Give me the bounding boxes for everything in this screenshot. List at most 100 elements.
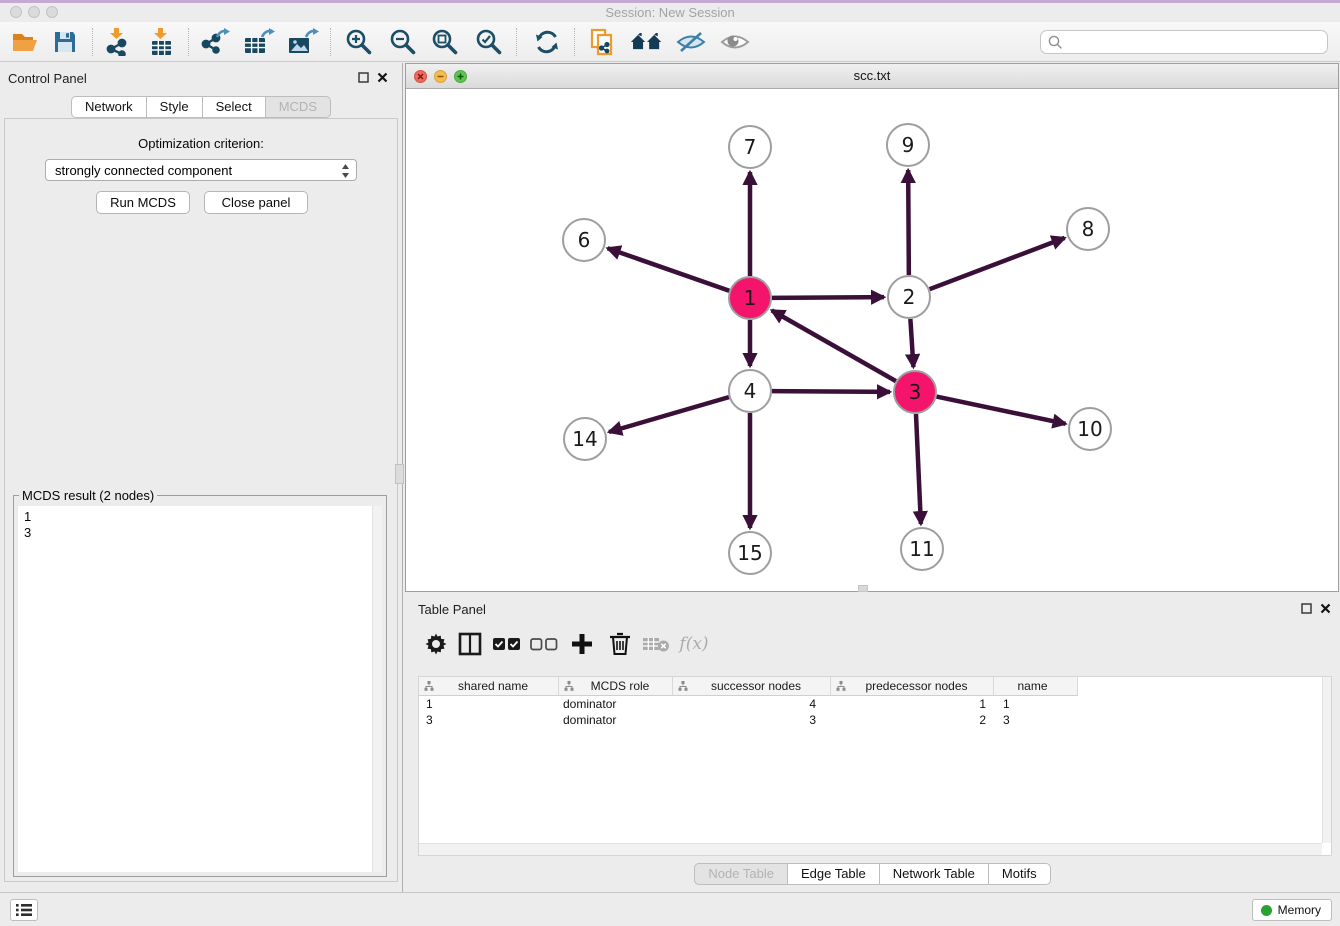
table-panel-header: Table Panel <box>405 600 1340 620</box>
open-session-icon[interactable] <box>8 26 42 58</box>
control-panel-title: Control Panel <box>8 71 87 86</box>
column-header-successor-nodes[interactable]: successor nodes <box>673 677 831 696</box>
split-view-icon[interactable] <box>453 627 487 661</box>
table-vertical-scrollbar[interactable] <box>1322 677 1331 843</box>
export-network-icon[interactable] <box>198 26 232 58</box>
zoom-in-icon[interactable] <box>342 26 376 58</box>
refresh-layout-icon[interactable] <box>530 26 564 58</box>
table-cell[interactable]: 1 <box>419 696 559 712</box>
close-panel-icon[interactable] <box>377 72 388 83</box>
graph-node-6[interactable]: 6 <box>563 219 605 261</box>
memory-button[interactable]: Memory <box>1252 899 1332 921</box>
table-cell[interactable]: 4 <box>673 696 831 712</box>
graph-node-3[interactable]: 3 <box>894 371 936 413</box>
graph-node-14[interactable]: 14 <box>564 418 606 460</box>
task-history-button[interactable] <box>10 899 38 921</box>
delete-row-icon[interactable] <box>603 627 637 661</box>
graph-edge-2-8[interactable] <box>930 238 1065 289</box>
graph-edge-3-1[interactable] <box>772 310 896 381</box>
tab-style[interactable]: Style <box>146 96 203 118</box>
table-tabs: Node Table Edge Table Network Table Moti… <box>405 863 1340 885</box>
view-resize-handle[interactable] <box>858 585 868 592</box>
column-header-name[interactable]: name <box>994 677 1078 696</box>
column-header-shared-name[interactable]: shared name <box>419 677 559 696</box>
table-cell[interactable]: 3 <box>673 712 831 728</box>
table-row[interactable]: 3dominator323 <box>419 712 1331 728</box>
tab-network-table[interactable]: Network Table <box>879 863 989 885</box>
tab-motifs[interactable]: Motifs <box>988 863 1051 885</box>
deselect-all-icon[interactable] <box>527 627 561 661</box>
tab-edge-table[interactable]: Edge Table <box>787 863 880 885</box>
table-cell[interactable]: 2 <box>831 712 994 728</box>
graph-edge-3-10[interactable] <box>937 397 1066 424</box>
search-icon <box>1048 35 1063 50</box>
toolbar-separator <box>516 28 517 56</box>
column-header-mcds-role[interactable]: MCDS role <box>559 677 673 696</box>
close-panel-icon[interactable] <box>1320 603 1331 614</box>
select-all-icon[interactable] <box>490 627 524 661</box>
float-panel-icon[interactable] <box>1301 603 1312 614</box>
show-details-icon[interactable] <box>718 26 752 58</box>
graph-edge-4-14[interactable] <box>609 397 729 432</box>
tab-network[interactable]: Network <box>71 96 147 118</box>
table-toolbar: f(x) <box>405 625 1340 665</box>
table-cell[interactable]: 1 <box>994 696 1078 712</box>
graph-edge-2-9[interactable] <box>908 170 909 275</box>
network-view-window: scc.txt 7 9 6 8 1 2 4 3 14 10 15 11 <box>405 63 1339 592</box>
graph-node-8[interactable]: 8 <box>1067 208 1109 250</box>
add-row-icon[interactable] <box>565 627 599 661</box>
network-window-titlebar[interactable]: scc.txt <box>406 64 1338 89</box>
table-row[interactable]: 1dominator411 <box>419 696 1331 712</box>
table-cell[interactable]: 3 <box>994 712 1078 728</box>
graph-node-10[interactable]: 10 <box>1069 408 1111 450</box>
table-cell[interactable]: dominator <box>559 696 673 712</box>
search-box <box>1040 30 1328 54</box>
save-session-icon[interactable] <box>48 26 82 58</box>
export-image-icon[interactable] <box>286 26 320 58</box>
function-icon-label: f(x) <box>679 634 708 654</box>
table-horizontal-scrollbar[interactable] <box>419 843 1322 855</box>
mcds-result-box[interactable]: 1 3 <box>18 506 382 872</box>
tab-node-table[interactable]: Node Table <box>694 863 788 885</box>
float-panel-icon[interactable] <box>358 72 369 83</box>
network-canvas[interactable]: 7 9 6 8 1 2 4 3 14 10 15 11 <box>406 89 1338 591</box>
zoom-selected-icon[interactable] <box>472 26 506 58</box>
graph-node-1[interactable]: 1 <box>729 277 771 319</box>
import-table-icon[interactable] <box>144 26 178 58</box>
graph-edge-1-2[interactable] <box>772 297 884 298</box>
search-input[interactable] <box>1068 33 1327 51</box>
graph-node-2[interactable]: 2 <box>888 276 930 318</box>
tab-select[interactable]: Select <box>202 96 266 118</box>
graph-node-15[interactable]: 15 <box>729 532 771 574</box>
graph-edge-4-3[interactable] <box>772 391 890 392</box>
table-cell[interactable]: 1 <box>831 696 994 712</box>
import-network-icon[interactable] <box>100 26 134 58</box>
result-scrollbar[interactable] <box>372 506 382 872</box>
column-header-predecessor-nodes[interactable]: predecessor nodes <box>831 677 994 696</box>
table-cell[interactable]: dominator <box>559 712 673 728</box>
column-label: MCDS role <box>574 679 672 693</box>
graph-edge-1-6[interactable] <box>608 248 730 290</box>
export-table-icon[interactable] <box>242 26 276 58</box>
criterion-select[interactable]: strongly connected component <box>45 159 357 181</box>
home-views-icon[interactable] <box>630 26 664 58</box>
graph-node-11[interactable]: 11 <box>901 528 943 570</box>
graph-edge-3-11[interactable] <box>916 414 921 524</box>
table-cell[interactable]: 3 <box>419 712 559 728</box>
tab-mcds[interactable]: MCDS <box>265 96 331 118</box>
graph-edge-2-3[interactable] <box>910 319 913 367</box>
table-panel: Table Panel f(x) <box>405 595 1340 891</box>
graph-node-4[interactable]: 4 <box>729 370 771 412</box>
duplicate-network-icon[interactable] <box>586 26 620 58</box>
run-mcds-button[interactable]: Run MCDS <box>96 191 190 214</box>
hide-details-icon[interactable] <box>674 26 708 58</box>
settings-gear-icon[interactable] <box>419 627 453 661</box>
panel-splitter-handle[interactable] <box>395 464 404 484</box>
zoom-out-icon[interactable] <box>386 26 420 58</box>
close-panel-button[interactable]: Close panel <box>204 191 308 214</box>
svg-text:1: 1 <box>744 286 757 310</box>
node-table: shared name MCDS role successor nodes pr… <box>418 676 1332 856</box>
graph-node-9[interactable]: 9 <box>887 124 929 166</box>
graph-node-7[interactable]: 7 <box>729 126 771 168</box>
zoom-fit-icon[interactable] <box>428 26 462 58</box>
